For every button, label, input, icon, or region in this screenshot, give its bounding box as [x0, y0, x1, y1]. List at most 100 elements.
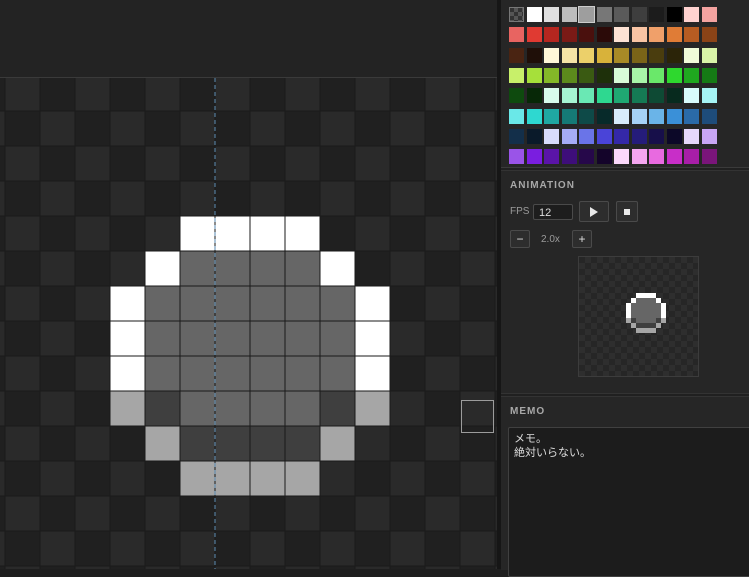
palette-swatch[interactable]: [579, 27, 594, 42]
palette-swatch[interactable]: [649, 149, 664, 164]
palette-swatch[interactable]: [684, 109, 699, 124]
palette-swatch[interactable]: [544, 109, 559, 124]
palette-swatch[interactable]: [578, 6, 595, 23]
palette-swatch[interactable]: [579, 149, 594, 164]
palette-swatch[interactable]: [702, 7, 717, 22]
palette-swatch[interactable]: [684, 129, 699, 144]
palette-swatch[interactable]: [632, 27, 647, 42]
palette-swatch[interactable]: [509, 48, 524, 63]
palette-swatch[interactable]: [667, 88, 682, 103]
palette-swatch[interactable]: [667, 48, 682, 63]
palette-swatch[interactable]: [614, 7, 629, 22]
palette-swatch[interactable]: [632, 149, 647, 164]
palette-swatch[interactable]: [509, 88, 524, 103]
palette-swatch[interactable]: [527, 129, 542, 144]
palette-swatch[interactable]: [527, 149, 542, 164]
palette-swatch[interactable]: [597, 149, 612, 164]
palette-swatch[interactable]: [614, 27, 629, 42]
stop-button[interactable]: [616, 201, 638, 222]
palette-swatch[interactable]: [614, 109, 629, 124]
palette-swatch[interactable]: [527, 48, 542, 63]
palette-swatch[interactable]: [649, 7, 664, 22]
palette-swatch[interactable]: [667, 129, 682, 144]
palette-swatch[interactable]: [562, 88, 577, 103]
palette-swatch[interactable]: [562, 7, 577, 22]
palette-swatch[interactable]: [544, 7, 559, 22]
palette-swatch[interactable]: [544, 149, 559, 164]
palette-swatch[interactable]: [649, 88, 664, 103]
palette-swatch[interactable]: [667, 68, 682, 83]
palette-swatch[interactable]: [649, 109, 664, 124]
palette-swatch[interactable]: [632, 109, 647, 124]
palette-swatch[interactable]: [562, 68, 577, 83]
palette-swatch[interactable]: [649, 68, 664, 83]
palette-swatch[interactable]: [684, 48, 699, 63]
palette-swatch[interactable]: [614, 68, 629, 83]
palette-swatch[interactable]: [632, 88, 647, 103]
palette-swatch[interactable]: [527, 27, 542, 42]
palette-swatch[interactable]: [527, 109, 542, 124]
palette-swatch[interactable]: [597, 7, 612, 22]
palette-swatch[interactable]: [632, 68, 647, 83]
play-button[interactable]: [579, 201, 609, 222]
palette-swatch[interactable]: [632, 129, 647, 144]
palette-swatch[interactable]: [562, 129, 577, 144]
palette-swatch[interactable]: [562, 27, 577, 42]
memo-textarea[interactable]: メモ。 絶対いらない。: [508, 427, 749, 577]
palette-swatch[interactable]: [509, 109, 524, 124]
palette-swatch[interactable]: [649, 129, 664, 144]
palette-swatch[interactable]: [509, 129, 524, 144]
palette-swatch[interactable]: [597, 68, 612, 83]
palette-swatch[interactable]: [702, 88, 717, 103]
palette-swatch[interactable]: [667, 7, 682, 22]
palette-swatch[interactable]: [544, 68, 559, 83]
palette-swatch[interactable]: [632, 7, 647, 22]
pixel-canvas[interactable]: [0, 78, 497, 569]
palette-swatch[interactable]: [649, 27, 664, 42]
palette-swatch[interactable]: [684, 88, 699, 103]
palette-swatch[interactable]: [702, 149, 717, 164]
palette-swatch[interactable]: [614, 48, 629, 63]
palette-swatch[interactable]: [684, 27, 699, 42]
palette-swatch[interactable]: [702, 129, 717, 144]
palette-swatch[interactable]: [544, 48, 559, 63]
palette-swatch[interactable]: [684, 68, 699, 83]
palette-swatch[interactable]: [562, 109, 577, 124]
palette-swatch[interactable]: [597, 88, 612, 103]
palette-swatch[interactable]: [562, 149, 577, 164]
palette-swatch[interactable]: [579, 88, 594, 103]
palette-swatch[interactable]: [614, 129, 629, 144]
palette-swatch[interactable]: [632, 48, 647, 63]
palette-swatch[interactable]: [667, 27, 682, 42]
palette-swatch[interactable]: [597, 129, 612, 144]
palette-swatch[interactable]: [614, 88, 629, 103]
palette-swatch[interactable]: [597, 48, 612, 63]
palette-swatch[interactable]: [684, 149, 699, 164]
zoom-in-button[interactable]: +: [572, 230, 592, 248]
palette-swatch[interactable]: [579, 48, 594, 63]
zoom-out-button[interactable]: −: [510, 230, 530, 248]
palette-swatch[interactable]: [667, 109, 682, 124]
palette-swatch[interactable]: [509, 149, 524, 164]
palette-swatch[interactable]: [544, 27, 559, 42]
palette-swatch[interactable]: [509, 7, 524, 22]
palette-swatch[interactable]: [649, 48, 664, 63]
palette-swatch[interactable]: [702, 27, 717, 42]
palette-swatch[interactable]: [702, 48, 717, 63]
palette-swatch[interactable]: [509, 68, 524, 83]
palette-swatch[interactable]: [527, 88, 542, 103]
palette-swatch[interactable]: [579, 109, 594, 124]
palette-swatch[interactable]: [702, 109, 717, 124]
palette-swatch[interactable]: [562, 48, 577, 63]
palette-swatch[interactable]: [667, 149, 682, 164]
palette-swatch[interactable]: [684, 7, 699, 22]
palette-swatch[interactable]: [509, 27, 524, 42]
palette-swatch[interactable]: [597, 109, 612, 124]
palette-swatch[interactable]: [702, 68, 717, 83]
palette-swatch[interactable]: [614, 149, 629, 164]
canvas-grid[interactable]: [0, 78, 497, 569]
palette-swatch[interactable]: [527, 68, 542, 83]
palette-swatch[interactable]: [544, 129, 559, 144]
fps-input[interactable]: 12: [533, 204, 573, 220]
palette-swatch[interactable]: [527, 7, 542, 22]
